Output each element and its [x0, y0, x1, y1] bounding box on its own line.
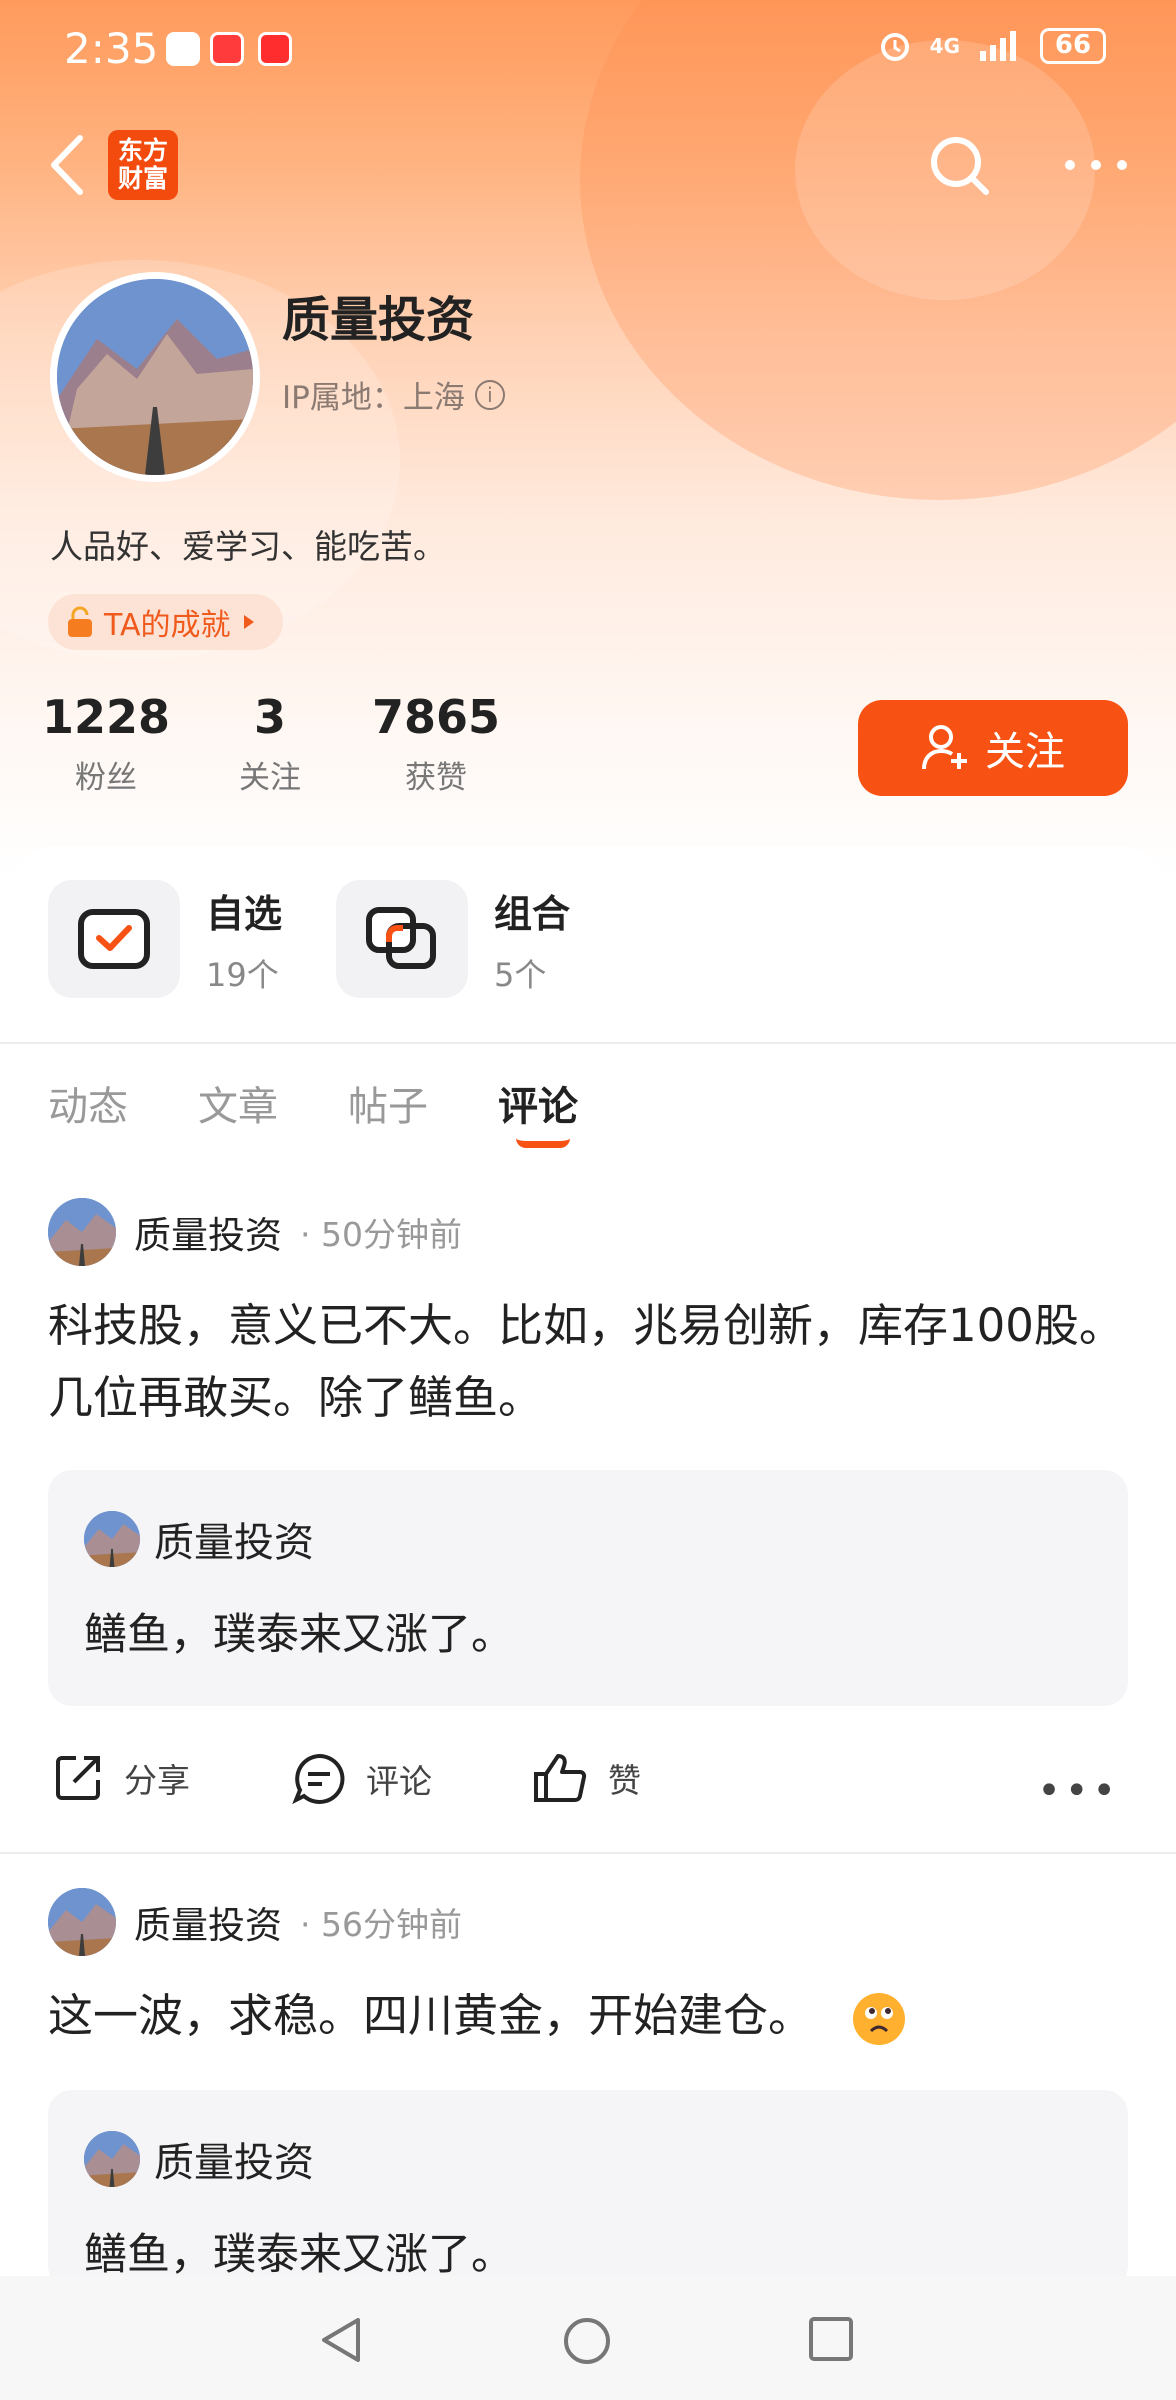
add-user-icon	[922, 725, 967, 770]
profile-avatar[interactable]	[50, 272, 260, 482]
comment-button[interactable]: 评论	[292, 1752, 432, 1806]
quoted-post[interactable]: 质量投资 鳝鱼，璞泰来又涨了。	[48, 1470, 1128, 1706]
back-arrow-icon[interactable]	[44, 130, 92, 200]
mail-notification-icon	[258, 32, 292, 66]
system-navigation-bar	[0, 2276, 1176, 2400]
search-icon[interactable]	[924, 130, 994, 200]
app-notification-icon	[210, 32, 244, 66]
battery-indicator: 66	[1040, 28, 1106, 64]
watchlist-check-icon	[78, 909, 150, 969]
tab-dynamics[interactable]: 动态	[48, 1074, 128, 1132]
lock-icon	[68, 606, 92, 637]
post-time: · 50分钟前	[300, 1215, 462, 1254]
play-arrow-icon	[243, 615, 254, 629]
profile-name: 质量投资	[282, 292, 475, 348]
alarm-icon	[880, 33, 909, 61]
author-avatar[interactable]	[48, 1198, 116, 1266]
post-time: · 56分钟前	[300, 1905, 462, 1944]
quoted-author-avatar	[84, 1511, 140, 1567]
like-button[interactable]: 赞	[532, 1752, 641, 1804]
achievements-button[interactable]: TA的成就	[48, 594, 283, 650]
author-avatar[interactable]	[48, 1888, 116, 1956]
likes-stat: 7865 获赞	[371, 690, 501, 796]
post-header: 质量投资 · 56分钟前	[48, 1888, 462, 1956]
profile-bio: 人品好、爱学习、能吃苦。	[50, 527, 446, 566]
share-icon	[56, 1756, 100, 1800]
profile-tabs: 动态 文章 帖子 评论	[0, 1074, 1176, 1144]
info-icon[interactable]: i	[474, 379, 505, 410]
post-header: 质量投资 · 50分钟前	[48, 1198, 462, 1266]
qq-notification-icon	[166, 32, 200, 66]
status-time: 2:35	[64, 24, 159, 73]
quoted-header: 质量投资	[84, 2130, 314, 2188]
post-text[interactable]: 科技股，意义已不大。比如，兆易创新，库存100股。几位再敢买。除了鳝鱼。	[48, 1290, 1138, 1434]
post-text: 这一波，求稳。四川黄金，开始建仓。	[48, 1989, 814, 2042]
quoted-header: 质量投资	[84, 1510, 314, 1568]
ip-location: IP属地：上海 i	[282, 372, 505, 417]
follow-button[interactable]: 关注	[858, 700, 1128, 796]
post-author[interactable]: 质量投资	[134, 1205, 282, 1259]
post-actions: 分享 评论 赞 •••	[48, 1738, 1128, 1818]
quoted-author: 质量投资	[154, 1520, 314, 1566]
portfolio-card[interactable]: 组合 5个	[336, 880, 570, 998]
section-divider	[0, 1042, 1176, 1044]
watchlist-card[interactable]: 自选 19个	[48, 880, 282, 998]
tab-articles[interactable]: 文章	[198, 1074, 278, 1132]
active-tab-indicator	[516, 1138, 570, 1148]
nav-back-icon[interactable]	[318, 2316, 366, 2364]
quoted-post[interactable]: 质量投资 鳝鱼，璞泰来又涨了。	[48, 2090, 1128, 2290]
tab-posts[interactable]: 帖子	[348, 1074, 428, 1132]
post-text-row[interactable]: 这一波，求稳。四川黄金，开始建仓。	[48, 1980, 1138, 2052]
quoted-text: 鳝鱼，璞泰来又涨了。	[84, 2230, 514, 2280]
network-type: 4G	[929, 34, 960, 58]
quoted-author-avatar	[84, 2131, 140, 2187]
quoted-author: 质量投资	[154, 2140, 314, 2186]
status-bar: 2:35 4G 66	[0, 0, 1176, 100]
portfolio-icon	[366, 907, 436, 969]
post-author[interactable]: 质量投资	[134, 1895, 282, 1949]
post-divider	[0, 1852, 1176, 1854]
comment-icon	[292, 1753, 345, 1805]
post-more-icon[interactable]: •••	[1037, 1768, 1120, 1814]
more-options-icon[interactable]	[1060, 150, 1132, 180]
confused-emoji-icon	[853, 1993, 906, 2045]
nav-home-icon[interactable]	[562, 2316, 612, 2366]
tab-comments[interactable]: 评论	[498, 1074, 578, 1132]
signal-icon	[980, 31, 1016, 61]
nav-recents-icon[interactable]	[808, 2316, 854, 2362]
quoted-text: 鳝鱼，璞泰来又涨了。	[84, 1610, 514, 1660]
share-button[interactable]: 分享	[52, 1752, 190, 1804]
app-logo: 东方财富	[108, 130, 178, 200]
thumbs-up-icon	[534, 1754, 587, 1802]
